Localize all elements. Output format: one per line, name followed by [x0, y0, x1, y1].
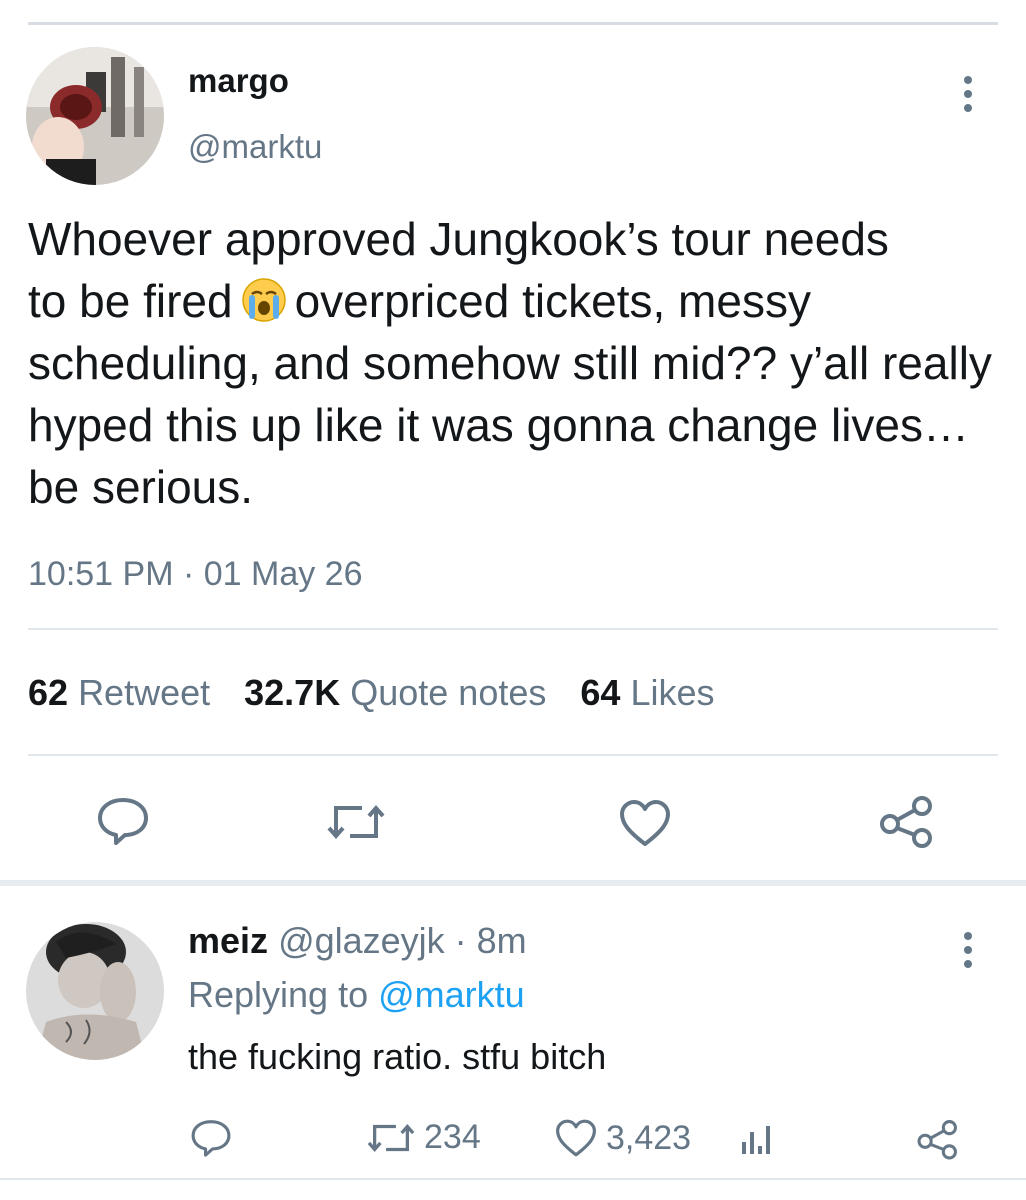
like-button[interactable] [618, 798, 672, 853]
retweets-count: 62 [28, 672, 69, 713]
retweet-button[interactable] [326, 800, 386, 849]
reply-icon [98, 798, 148, 845]
heart-icon [620, 800, 670, 846]
author-avatar[interactable] [26, 47, 164, 185]
reply-like-button[interactable]: 3,423 [554, 1118, 691, 1158]
likes-label: Likes [630, 672, 715, 713]
analytics-icon [742, 1126, 770, 1154]
top-divider [28, 22, 998, 25]
reply-author-handle[interactable]: @glazeyjk · 8m [278, 920, 527, 961]
retweet-icon [367, 1123, 415, 1152]
reply-retweet-count: 234 [424, 1118, 481, 1156]
divider [28, 754, 998, 756]
retweets-label: Retweet [78, 672, 211, 713]
retweet-icon [327, 804, 385, 840]
bottom-divider [0, 1178, 1026, 1180]
section-separator [0, 880, 1026, 886]
tweet-text-line2b: overpriced tickets, messy [294, 275, 811, 327]
tweet-text-line2a: to be fired [28, 275, 233, 327]
tweet-timestamp[interactable]: 10:51 PM · 01 May 26 [28, 555, 363, 594]
tweet-stats: 62 Retweet 32.7K Quote notes 64 Likes [28, 672, 714, 714]
tweet-text-rest: scheduling, and somehow still mid?? y’al… [28, 337, 992, 513]
reply-reply-button[interactable] [190, 1118, 232, 1158]
author-name[interactable]: margo [188, 62, 289, 100]
likes-stat[interactable]: 64 Likes [580, 672, 714, 714]
divider [28, 628, 998, 630]
reply-share-button[interactable] [916, 1118, 960, 1160]
reply-text: the fucking ratio. stfu bitch [188, 1036, 607, 1077]
reply-more-options-icon[interactable] [962, 932, 974, 968]
quotes-label: Quote notes [350, 672, 547, 713]
replying-to-handle-link[interactable]: @marktu [378, 974, 525, 1015]
reply-author-name[interactable]: meiz [188, 920, 268, 961]
heart-icon [556, 1119, 596, 1157]
reply-retweet-button[interactable]: 234 [366, 1118, 481, 1157]
share-icon [880, 796, 932, 848]
retweets-stat[interactable]: 62 Retweet [28, 672, 210, 714]
reply-button[interactable] [96, 796, 150, 851]
reply-header: meiz @glazeyjk · 8m [188, 920, 527, 962]
reply-author-avatar[interactable] [26, 922, 164, 1060]
tweet-text-line1: Whoever approved Jungkook’s tour needs [28, 213, 889, 265]
reply-icon [191, 1120, 231, 1157]
share-button[interactable] [878, 794, 936, 853]
replying-to: Replying to @marktu [188, 974, 525, 1016]
quotes-count: 32.7K [244, 672, 341, 713]
quotes-stat[interactable]: 32.7K Quote notes [244, 672, 546, 714]
likes-count: 64 [580, 672, 621, 713]
loudly-crying-face-icon [241, 278, 286, 322]
replying-to-label: Replying to [188, 974, 369, 1015]
reply-analytics-button[interactable] [738, 1118, 778, 1158]
share-icon [917, 1120, 957, 1160]
reply-like-count: 3,423 [606, 1118, 692, 1157]
tweet-text: Whoever approved Jungkook’s tour needs to… [28, 208, 1003, 518]
more-options-icon[interactable] [962, 76, 974, 112]
author-handle[interactable]: @marktu [188, 128, 322, 166]
